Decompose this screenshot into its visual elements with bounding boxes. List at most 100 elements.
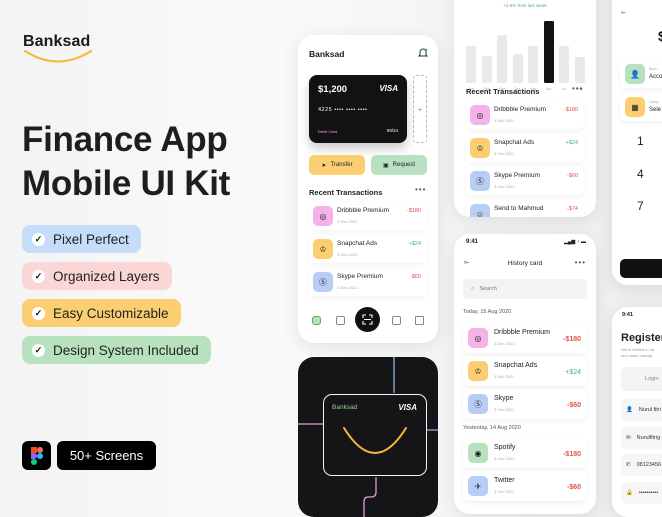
dribbble-icon: ◎ [470,105,490,125]
history-row[interactable]: Ⓢ Skype 3 Dec 2021 -$60 [463,389,587,419]
group-label: Today, 15 Aug 2020 [463,309,512,315]
email-field[interactable]: ✉ Nurulfitrig [621,427,662,449]
debit-card[interactable]: $1,200 VISA 4225 •••• •••• •••• Debit Ca… [309,75,407,143]
transaction-row[interactable]: ☺ Send to Mahmud -$74 [466,200,584,217]
feature-pill-pixel-perfect: ✓ Pixel Perfect [22,225,141,253]
keypad-key[interactable]: 4 [637,167,644,181]
screens-count-badge: 50+ Screens [57,441,156,470]
phone-field[interactable]: ✆ 08123456 [621,454,662,476]
chart-bar-apr[interactable] [512,54,523,83]
transaction-date: 3 Dec 2021 [494,184,515,189]
brand-smile-icon [23,49,93,63]
history-row[interactable]: ✈ Twitter 3 Dec 2021 -$60 [463,471,587,501]
wallet-icon[interactable] [392,316,401,325]
home-icon[interactable] [312,316,321,325]
lock-icon: 🔒 [626,490,633,496]
chart-bar-may[interactable] [528,45,538,83]
page-title: Register [621,332,662,344]
transaction-amount: -$180 [563,451,581,458]
add-card-button[interactable]: + [413,75,427,143]
login-tab[interactable]: Login [621,367,662,391]
app-header-title: Banksad [309,49,345,59]
transaction-row[interactable]: ◎ Dribbble Premium 3 Dec 2021 -$180 [309,202,427,230]
transaction-amount: -$60 [566,402,581,409]
history-row[interactable]: ◉ Spotify 3 Dec 2021 -$180 [463,438,587,468]
home-screen: Banksad $1,200 VISA 4225 •••• •••• •••• … [298,35,438,343]
transaction-name: Send to Mahmud [494,205,544,212]
history-row[interactable]: ◎ Dribbble Premium 3 Dec 2021 -$180 [463,323,587,353]
visa-logo: VISA [379,84,398,93]
month-label: Jul [561,87,567,91]
name-field[interactable]: 👤 Nurul fitri [621,399,662,421]
chart-bar-mar[interactable] [497,35,507,83]
feature-label: Pixel Perfect [53,231,129,247]
feature-label: Design System Included [53,342,199,358]
feature-pill-easy-customizable: ✓ Easy Customizable [22,299,181,327]
password-field[interactable]: 🔒 •••••••••• [621,482,662,504]
field-label: Bank [649,67,657,71]
chart-bar-jan[interactable] [466,45,476,83]
transaction-date: 3 Dec 2021 [494,341,515,346]
document-icon[interactable] [415,316,424,325]
transaction-amount: +$24 [565,140,578,146]
transaction-row[interactable]: Ⓢ Skype Premium 3 Dec 2021 -$60 [309,268,427,296]
transaction-amount: -$180 [406,208,421,214]
transaction-name: Skype [494,395,514,402]
request-label: Request [392,162,416,168]
visa-logo: VISA [398,403,417,412]
scan-icon [362,314,373,325]
card-screen: Banksad VISA [298,357,438,517]
chart-bar-jul[interactable] [559,45,569,83]
snapchat-icon: ♔ [468,361,488,381]
page-subtitle: We're thrilled to ha and make manag [621,347,655,358]
category-icon: ▦ [625,97,645,117]
more-icon[interactable]: ••• [572,84,583,93]
transaction-row[interactable]: ◎ Dribbble Premium 3 Dec 2021 -$180 [466,101,584,129]
chart-bar-feb[interactable] [481,55,492,83]
back-icon[interactable]: ⟜ [621,10,626,17]
transaction-amount: -$180 [563,107,578,113]
status-icons: ▂▄▆ ◔ ▬ [563,239,586,245]
keypad-key[interactable]: 7 [637,199,644,213]
bank-account-select[interactable]: 👤 Bank Acco [620,60,662,88]
monthly-bar-chart: Jan Feb Mar Apr May Jun Jul Aug [454,0,596,95]
section-title: Recent Transactions [466,87,540,96]
transaction-row[interactable]: ♔ Snapchat Ads 3 Dec 2021 +$24 [309,235,427,263]
chart-icon[interactable] [336,316,345,325]
field-value: Acco [649,74,662,80]
transaction-date: 3 Dec 2021 [494,489,515,494]
continue-button[interactable] [620,259,662,278]
more-icon[interactable]: ••• [575,258,586,267]
bell-icon[interactable] [417,47,429,59]
history-row[interactable]: ♔ Snapchat Ads 3 Dec 2021 +$24 [463,356,587,386]
transaction-name: Snapchat Ads [337,240,378,247]
transaction-date: 3 Dec 2021 [494,407,515,412]
transaction-row[interactable]: Ⓢ Skype Premium 3 Dec 2021 -$60 [466,167,584,195]
plus-icon: + [417,104,423,114]
check-icon: ✓ [32,232,45,246]
dribbble-icon: ◎ [468,328,488,348]
transaction-row[interactable]: ♔ Snapchat Ads 3 Dec 2021 +$24 [466,134,584,162]
chart-bar-jun[interactable] [543,21,554,83]
transaction-date: 3 Dec 2021 [494,118,515,123]
keypad-key[interactable]: 1 [637,134,644,148]
smile-icon [343,427,407,454]
transfer-button[interactable]: ➤ Transfer [309,155,365,175]
hero-title-line1: Finance App [22,120,228,159]
virtual-card[interactable]: Banksad VISA [323,394,427,476]
spotify-icon: ◉ [468,443,488,463]
figma-icon [22,441,51,470]
history-screen: 9:41 ▂▄▆ ◔ ▬ ⟜ History card ••• ○ Search … [454,234,596,514]
transfer-label: Transfer [330,162,353,168]
hero-title-line2: Mobile UI Kit [22,164,231,203]
category-select[interactable]: ▦ Categ Sele [620,93,662,121]
transaction-amount: -$60 [566,484,581,491]
more-icon[interactable]: ••• [415,185,426,194]
status-time: 9:41 [622,312,634,318]
search-input[interactable]: ○ Search [463,279,587,299]
request-button[interactable]: ▣ Request [371,155,427,175]
check-icon: ✓ [32,306,45,320]
scan-button[interactable] [355,307,380,332]
chart-bar-aug[interactable] [574,56,585,83]
transaction-amount: -$60 [566,173,578,179]
